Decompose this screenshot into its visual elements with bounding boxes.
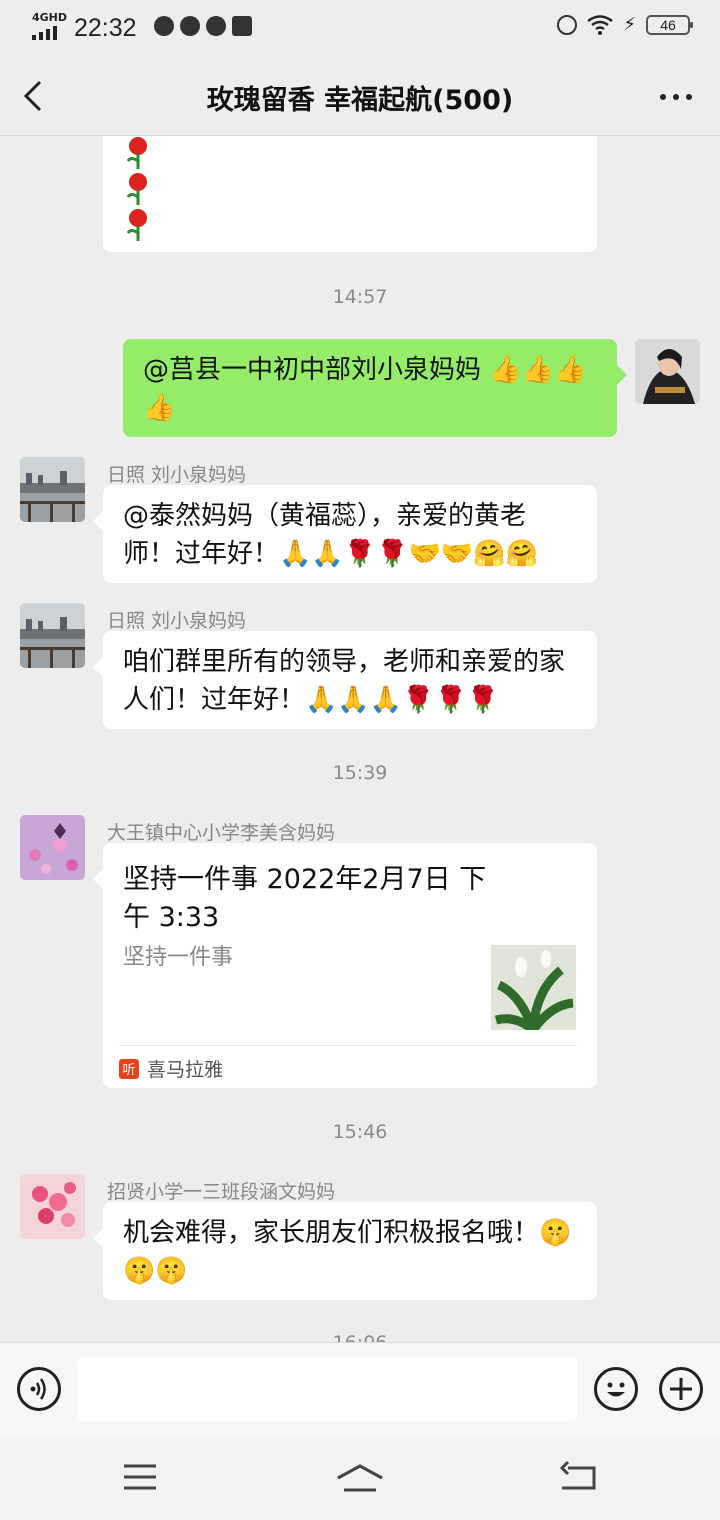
plus-icon[interactable]	[659, 1367, 703, 1411]
chat-header: 玫瑰留香 幸福起航(500)	[0, 56, 720, 136]
card-description: 坚持一件事	[123, 945, 234, 970]
battery-icon: 46	[646, 14, 693, 35]
music-notification-icon	[154, 16, 174, 36]
signal-icon	[32, 26, 57, 40]
status-bar: 4GHD 22:32 ⚡ 46	[0, 0, 720, 56]
message-timestamp: 14:57	[332, 286, 388, 308]
message-bubble[interactable]: 咱们群里所有的领导，老师和亲爱的家人们！过年好！🙏🙏🙏🌹🌹🌹	[93, 631, 597, 729]
sender-name: 招贤小学一三班段涵文妈妈	[107, 1181, 336, 1203]
emoji-icon[interactable]	[594, 1367, 638, 1411]
sender-name: 日照 刘小泉妈妈	[107, 464, 247, 486]
message-list[interactable]: 14:57 @莒县一中初中部刘小泉妈妈 👍👍👍👍 日照 刘小泉妈妈 @泰然妈妈（…	[0, 136, 720, 1342]
card-thumbnail	[491, 945, 576, 1034]
network-type: 4GHD	[32, 11, 68, 24]
card-source: 听 喜马拉雅	[119, 1055, 223, 1082]
ximalaya-icon: 听	[119, 1058, 139, 1079]
sender-avatar[interactable]	[20, 1174, 85, 1239]
home-icon[interactable]	[336, 1460, 384, 1494]
sender-name: 大王镇中心小学李美含妈妈	[107, 822, 336, 844]
my-message-bubble[interactable]: @莒县一中初中部刘小泉妈妈 👍👍👍👍	[123, 339, 627, 437]
card-title: 坚持一件事 2022年2月7日 下午 3:33	[123, 864, 487, 933]
sender-name: 日照 刘小泉妈妈	[107, 610, 247, 632]
rose-icon	[126, 137, 147, 169]
alarm-icon	[557, 14, 578, 35]
shared-card[interactable]: 坚持一件事 2022年2月7日 下午 3:33 坚持一件事 听 喜马拉雅	[93, 843, 597, 1088]
system-nav-bar	[0, 1436, 720, 1520]
message-input[interactable]	[78, 1357, 577, 1421]
message-text: @莒县一中初中部刘小泉妈妈 👍👍👍👍	[143, 355, 587, 423]
more-options-icon[interactable]	[660, 94, 692, 100]
message-text: @泰然妈妈（黄福蕊），亲爱的黄老师！过年好！🙏🙏🌹🌹🤝🤝🤗🤗	[123, 501, 538, 569]
sender-avatar[interactable]	[20, 457, 85, 522]
status-time: 22:32	[74, 14, 137, 42]
sender-avatar[interactable]	[20, 815, 85, 880]
message-timestamp: 15:39	[332, 762, 388, 784]
clock-notification-icon	[206, 16, 226, 36]
input-bar	[0, 1342, 720, 1436]
chat-title: 玫瑰留香 幸福起航(500)	[206, 85, 514, 116]
message-timestamp: 16:06	[0, 1332, 720, 1342]
message-text: 咱们群里所有的领导，老师和亲爱的家人们！过年好！🙏🙏🙏🌹🌹🌹	[123, 647, 566, 715]
message-bubble[interactable]: @泰然妈妈（黄福蕊），亲爱的黄老师！过年好！🙏🙏🌹🌹🤝🤝🤗🤗	[93, 485, 597, 583]
wifi-icon	[587, 14, 614, 35]
sender-avatar[interactable]	[20, 603, 85, 668]
my-avatar[interactable]	[635, 339, 700, 404]
charging-icon: ⚡	[623, 14, 636, 35]
voice-input-icon[interactable]	[17, 1367, 61, 1411]
rose-icon	[126, 209, 147, 241]
message-timestamp: 15:46	[332, 1121, 388, 1143]
card-source-label: 喜马拉雅	[147, 1059, 224, 1081]
card-divider	[119, 1045, 577, 1046]
app-notification-icon	[180, 16, 200, 36]
message-bubble[interactable]: 机会难得，家长朋友们积极报名哦！🤫🤫🤫	[93, 1202, 597, 1300]
menu-icon[interactable]	[120, 1460, 160, 1494]
message-bubble[interactable]	[103, 136, 597, 252]
back-nav-icon[interactable]	[558, 1460, 598, 1494]
notification-icons	[154, 16, 252, 36]
storage-notification-icon	[232, 16, 252, 36]
rose-icon	[126, 173, 147, 205]
message-text: 机会难得，家长朋友们积极报名哦！🤫🤫🤫	[123, 1218, 572, 1286]
